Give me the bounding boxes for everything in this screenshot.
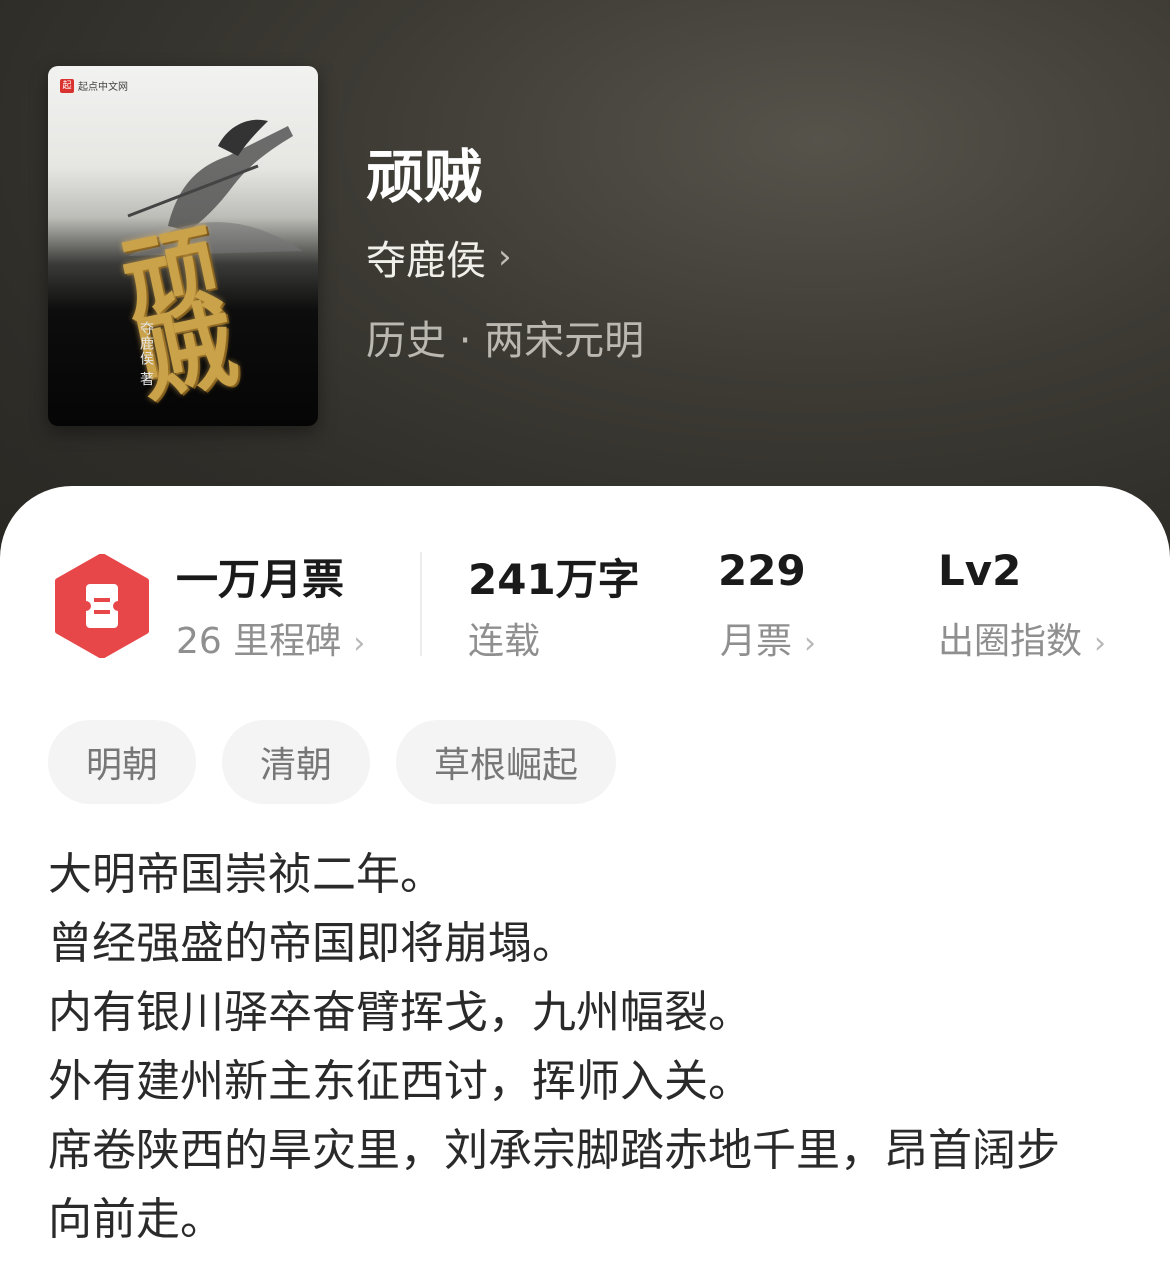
chevron-right-icon: ›	[498, 237, 512, 277]
monthly-ticket-milestone: 一万月票	[176, 555, 345, 604]
description-line: 席卷陕西的旱灾里，刘承宗脚踏赤地千里，昂首阔步	[48, 1125, 1060, 1176]
popularity-label: 出圈指数 ›	[938, 612, 1106, 664]
stats-row: 一万月票 26 里程碑 › 241万字 连载 229 月票 › Lv2 出圈指数 ›	[0, 546, 1170, 666]
tag-chip[interactable]: 清朝	[222, 720, 371, 804]
word-count: 241万字	[468, 555, 640, 604]
stats-divider	[420, 552, 422, 656]
author-name: 夺鹿侯	[366, 238, 486, 284]
monthly-ticket-text: 月票	[720, 621, 793, 662]
popularity-text: 出圈指数	[938, 621, 1083, 662]
milestone-label: 26 里程碑	[176, 621, 342, 662]
cover-author-text: 夺鹿侯 著	[138, 321, 154, 387]
popularity-level: Lv2	[938, 546, 1022, 595]
tag-chip[interactable]: 明朝	[48, 720, 197, 804]
monthly-ticket-label: 月票 ›	[720, 612, 816, 664]
publisher-badge: 起 起点中文网	[60, 78, 128, 93]
book-detail-sheet: 一万月票 26 里程碑 › 241万字 连载 229 月票 › Lv2 出圈指数 › …	[0, 486, 1170, 1268]
tag-list: 明朝 清朝 草根崛起	[48, 720, 617, 804]
book-title: 顽贼	[366, 143, 483, 211]
book-cover-image[interactable]: 起 起点中文网 顽贼 夺鹿侯 著	[48, 66, 318, 426]
book-header: 起 起点中文网 顽贼 夺鹿侯 著 顽贼 夺鹿侯 › 历史 · 两宋元明	[0, 0, 1170, 560]
description-line: 大明帝国崇祯二年。	[48, 849, 444, 900]
author-link[interactable]: 夺鹿侯 ›	[366, 228, 512, 286]
serial-status: 连载	[468, 621, 541, 662]
book-category: 历史 · 两宋元明	[366, 318, 645, 364]
tag-chip[interactable]: 草根崛起	[396, 720, 617, 804]
chevron-right-icon: ›	[1094, 626, 1107, 661]
monthly-ticket-count: 229	[718, 546, 806, 595]
description-line: 向前走。	[48, 1194, 224, 1245]
chevron-right-icon: ›	[353, 626, 366, 661]
ticket-icon	[55, 554, 149, 658]
description-line: 曾经强盛的帝国即将崩塌。	[48, 918, 576, 969]
publisher-name: 起点中文网	[78, 82, 128, 93]
book-description[interactable]: 大明帝国崇祯二年。 曾经强盛的帝国即将崩塌。 内有银川驿卒奋臂挥戈，九州幅裂。 …	[48, 840, 1128, 1254]
milestone-count: 26 里程碑 ›	[176, 612, 365, 664]
chevron-right-icon: ›	[804, 626, 817, 661]
description-line: 内有银川驿卒奋臂挥戈，九州幅裂。	[48, 987, 752, 1038]
publisher-logo: 起	[60, 78, 74, 93]
description-line: 外有建州新主东征西讨，挥师入关。	[48, 1056, 752, 1107]
cover-title-art: 顽贼	[97, 215, 240, 392]
